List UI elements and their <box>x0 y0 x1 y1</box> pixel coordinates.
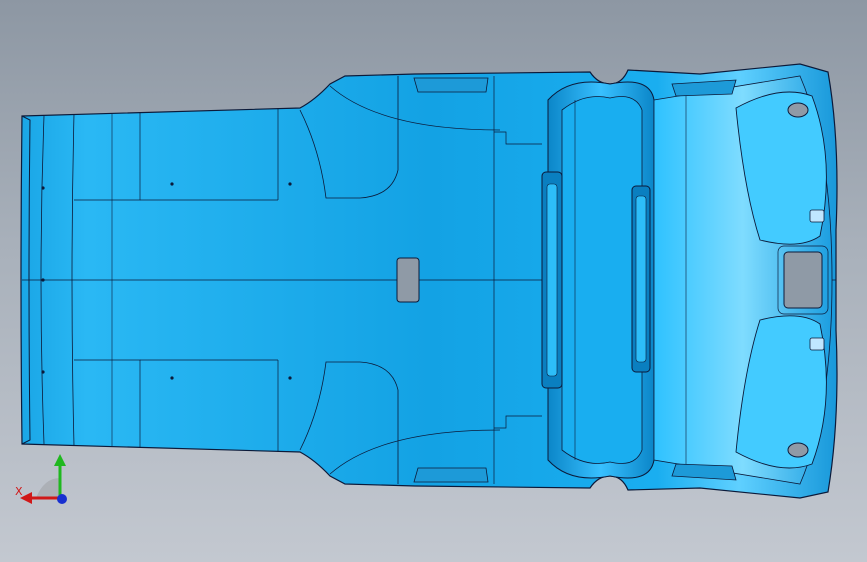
handle-bottom-left <box>413 467 489 483</box>
axis-triad <box>20 454 67 504</box>
cross-member-inner <box>561 96 643 464</box>
rear-hole-bottom <box>787 442 809 458</box>
ref-dot <box>288 182 292 186</box>
ref-dot <box>288 376 292 380</box>
roof-panel-model[interactable] <box>0 0 867 562</box>
slot-right-inner <box>635 195 647 363</box>
ref-dot <box>170 182 174 186</box>
ref-dot <box>170 376 174 380</box>
rear-cutout <box>783 251 823 309</box>
y-arrow-icon <box>54 454 66 466</box>
rear-clip-top <box>809 209 825 223</box>
ref-dot <box>41 370 45 374</box>
center-pad <box>396 257 420 303</box>
rear-clip-bottom <box>809 337 825 351</box>
triad-plane <box>36 478 60 498</box>
z-axis-icon <box>57 494 67 504</box>
cad-viewport[interactable]: X <box>0 0 867 562</box>
rear-hole-top <box>787 102 809 118</box>
x-axis-label: X <box>15 485 23 498</box>
ref-dot <box>41 278 45 282</box>
slot-left-inner <box>546 183 558 377</box>
handle-top-left <box>413 77 489 93</box>
ref-dot <box>41 186 45 190</box>
